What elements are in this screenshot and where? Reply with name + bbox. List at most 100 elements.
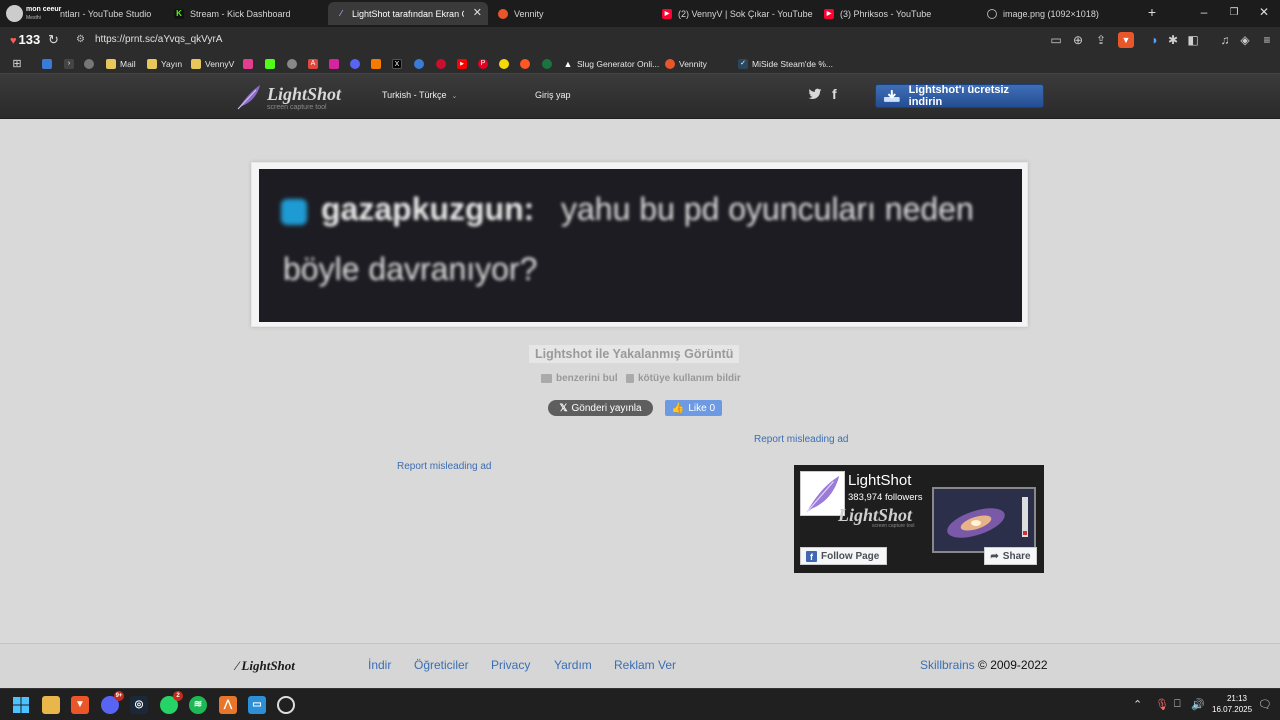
twitter-icon[interactable] [808,87,822,101]
zoom-icon[interactable]: ⊕ [1071,33,1085,47]
download-button[interactable]: Lightshot'ı ücretsiz indirin [875,84,1044,108]
language-select[interactable]: Turkish - Türkçe ⌄ [382,90,457,100]
menu-icon[interactable]: ≡ [1260,33,1274,47]
file-explorer-icon[interactable] [42,696,60,714]
whatsapp-icon[interactable]: 2 [160,691,183,714]
bookmark-icon-13[interactable] [520,57,530,70]
discord-icon[interactable]: 9+ [101,691,124,714]
tab-vennyv-youtube[interactable]: ▶ (2) VennyV | Sok Çıkar - YouTube [654,2,814,25]
bookmark-icon-12[interactable] [499,57,509,70]
reload-icon[interactable]: ↻ [48,32,59,48]
xbox-icon[interactable] [542,57,552,70]
brave-shields-counter[interactable]: ♥ 133 [10,32,40,47]
bookmark-icon-5[interactable] [265,57,275,70]
extensions-icon[interactable]: ✱ [1166,33,1180,47]
tab-title: ntları - YouTube Studio [60,8,152,19]
media-icon[interactable]: ♫ [1218,33,1232,47]
bookmark-slug-generator[interactable]: ▲ Slug Generator Onli... [563,57,660,70]
x-twitter-icon[interactable]: X [392,57,402,70]
tab-title: Stream - Kick Dashboard [190,8,291,19]
vpn-icon[interactable]: ◈ [1238,33,1252,47]
post-tweet-button[interactable]: 𝕏 Gönderi yayınla [548,400,653,416]
profile-avatar[interactable] [6,5,23,22]
bookmark-favicon: ▲ [563,58,573,69]
footer-logo[interactable]: ⁄ LightShot [236,658,295,674]
windows-taskbar: ▼ 9+ ◎ 2 ≋ ⋀ ▭ ⌃ 🎙 ⎕ 🔊 21:13 16.07.2025 … [0,688,1280,720]
volume-icon[interactable]: 🔊 [1191,698,1205,711]
bookmark-miside-steam[interactable]: ✓ MiSide Steam'de %... [738,57,833,70]
minimize-button[interactable]: – [1194,5,1214,19]
new-tab-button[interactable]: + [1142,4,1162,20]
tab-image-png[interactable]: image.png (1092×1018) [979,2,1139,25]
sidebar-icon[interactable]: ◧ [1186,33,1200,47]
bookmark-icon-2[interactable]: › [64,57,74,70]
restore-button[interactable]: ❐ [1224,7,1244,18]
bookmark-folder-yayin[interactable]: Yayın [147,57,182,70]
tab-kick-dashboard[interactable]: K Stream - Kick Dashboard [166,2,326,25]
report-misleading-ad-link[interactable]: Report misleading ad [397,461,492,472]
bookmark-icon-1[interactable] [42,57,52,70]
tab-vennity[interactable]: Vennity [490,2,650,25]
footer-link-download[interactable]: İndir [368,658,391,672]
tray-chevron-up-icon[interactable]: ⌃ [1133,698,1142,711]
cast-icon[interactable]: ▭ [1049,33,1063,47]
lightshot-logo[interactable]: LightShot screen capture tool [236,81,346,113]
report-misleading-ad-link[interactable]: Report misleading ad [754,434,849,445]
steam-icon[interactable]: ◎ [130,696,148,714]
brave-shield-icon[interactable]: ▼ [1118,32,1134,48]
footer-copyright: Skillbrains © 2009-2022 [920,658,1048,672]
bookmark-icon-10[interactable] [414,57,424,70]
login-link[interactable]: Giriş yap [535,90,571,100]
facebook-like-button[interactable]: 👍 Like 0 [665,400,722,416]
page-name[interactable]: LightShot [848,472,911,489]
url-field[interactable]: https://prnt.sc/aYvqs_qkVyrA [95,34,222,45]
bookmark-icon-3[interactable] [84,57,94,70]
feather-icon [237,85,260,110]
bookmark-folder-mail[interactable]: Mail [106,57,136,70]
facebook-icon[interactable]: f [832,86,837,102]
bookmark-icon-8[interactable] [350,57,360,70]
bookmark-icon-6[interactable] [287,57,297,70]
tab-title: image.png (1092×1018) [1003,8,1099,19]
tab-phriksos-youtube[interactable]: ▶ (3) Phriksos - YouTube [816,2,976,25]
brave-browser-icon[interactable]: ▼ [71,696,89,714]
windows-start-icon[interactable] [12,696,30,714]
bookmark-icon-7[interactable]: A [308,57,318,70]
youtube-bookmark-icon[interactable]: ▶ [457,57,467,70]
site-info-icon[interactable]: ⚙ [76,34,85,45]
captured-screenshot[interactable]: gazapkuzgun: yahu bu pd oyuncuları neden… [259,169,1022,322]
microphone-icon[interactable]: 🎙 [1155,698,1169,711]
clock-time[interactable]: 21:13 [1222,694,1252,703]
app-icon-blue[interactable]: ▭ [248,696,266,714]
skillbrains-link[interactable]: Skillbrains [920,658,975,672]
pinterest-icon[interactable]: P [478,57,488,70]
follow-page-button[interactable]: f Follow Page [800,547,887,565]
close-tab-icon[interactable]: ✕ [473,6,482,19]
x-logo-icon: 𝕏 [559,402,568,414]
footer-link-help[interactable]: Yardım [554,658,592,672]
notification-icon[interactable]: 🗨 [1258,698,1272,711]
spotify-icon[interactable]: ≋ [189,696,207,714]
wallet-icon[interactable]: ◗ [1148,33,1162,47]
bookmark-icon-4[interactable] [243,57,253,70]
footer-link-advertise[interactable]: Reklam Ver [614,658,676,672]
tab-lightshot[interactable]: ⁄ LightShot tarafından Ekran Görü ✕ [328,2,488,25]
apps-grid-icon[interactable]: ⊞ [12,57,22,70]
bookmark-icon-11[interactable] [436,57,446,70]
bookmark-folder-vennyv[interactable]: VennyV [191,57,234,70]
footer-link-tutorials[interactable]: Öğreticiler [414,658,469,672]
obs-icon[interactable] [277,696,295,714]
tab-youtube-studio[interactable]: ntları - YouTube Studio [26,2,166,25]
close-window-button[interactable]: ✕ [1254,5,1274,19]
report-abuse-link[interactable]: kötüye kullanım bildir [626,373,741,384]
share-button[interactable]: ➦ Share [984,547,1037,565]
network-icon[interactable]: ⎕ [1174,698,1181,711]
share-icon[interactable]: ⇪ [1094,33,1108,47]
app-icon-orange[interactable]: ⋀ [219,696,237,714]
find-similar-link[interactable]: benzerini bul [541,373,618,384]
clock-date[interactable]: 16.07.2025 [1212,705,1252,714]
bookmark-vennity[interactable]: Vennity [665,57,707,70]
bookmark-icon-9[interactable] [371,57,381,70]
instagram-icon[interactable] [329,57,339,70]
footer-link-privacy[interactable]: Privacy [491,658,530,672]
